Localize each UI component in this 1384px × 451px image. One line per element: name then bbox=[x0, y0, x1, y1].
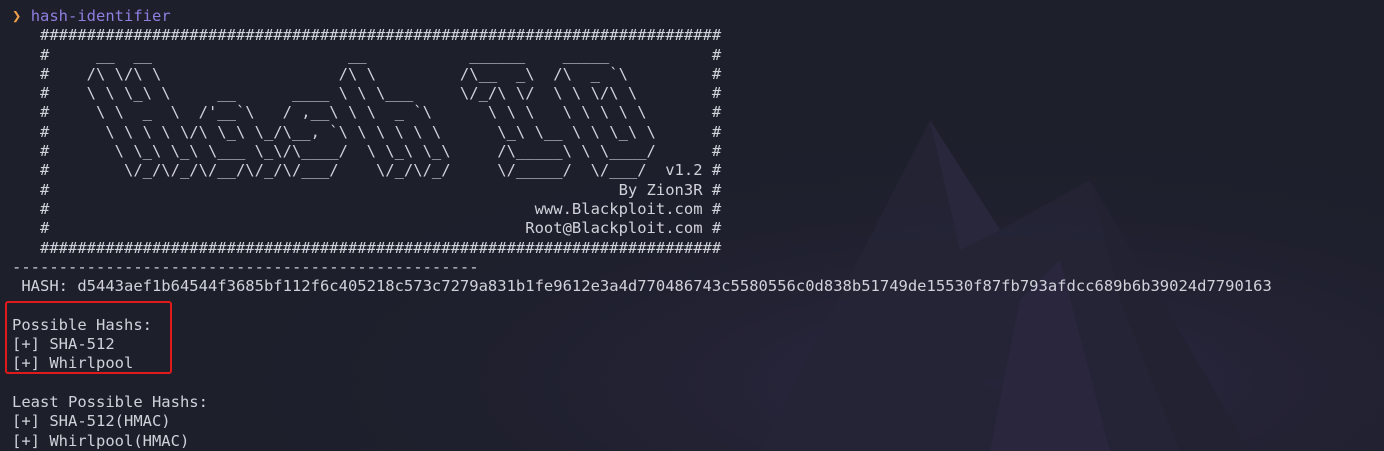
separator-line: ----------------------------------------… bbox=[12, 257, 479, 276]
banner-line: # \ \ \_\ \ __ ____ \ \ \___ \/_/\ \/ \ … bbox=[12, 84, 722, 103]
least-possible-hash-item: [+] Whirlpool(HMAC) bbox=[12, 431, 190, 450]
banner-line: # By Zion3R # bbox=[12, 180, 722, 199]
banner-line: # \ \ \ \ \/\ \_\ \_/\__, `\ \ \ \ \ \ \… bbox=[12, 122, 722, 141]
least-possible-hashes-section: Least Possible Hashs: [+] SHA-512(HMAC) … bbox=[12, 393, 1272, 451]
possible-hash-item: [+] Whirlpool bbox=[12, 354, 134, 373]
banner-line: ########################################… bbox=[12, 26, 722, 45]
prompt-line: ❯ hash-identifier bbox=[12, 7, 1272, 26]
banner-line: # \/_/\/_/\/__/\/_/\/___/ \/_/\/_/ \/___… bbox=[12, 161, 722, 180]
possible-hashes-section: Possible Hashs: [+] SHA-512 [+] Whirlpoo… bbox=[12, 316, 1272, 374]
least-possible-hashes-heading: Least Possible Hashs: bbox=[12, 392, 208, 411]
prompt-arrow-icon: ❯ bbox=[12, 7, 22, 25]
banner-line: # \ \_\ \_\ \___ \_\/\____/ \ \_\ \_\ /\… bbox=[12, 142, 722, 161]
least-possible-hash-item: [+] SHA-512(HMAC) bbox=[12, 412, 171, 431]
banner-line: # www.Blackploit.com # bbox=[12, 199, 722, 218]
terminal-output: ❯ hash-identifier ######################… bbox=[12, 7, 1272, 451]
banner-line: # Root@Blackploit.com # bbox=[12, 219, 722, 238]
banner-line: ########################################… bbox=[12, 238, 722, 257]
possible-hashes-heading: Possible Hashs: bbox=[12, 315, 152, 334]
banner-line: # /\ \/\ \ /\ \ /\__ _\ /\ _ `\ # bbox=[12, 64, 722, 83]
highlight-annotation-box bbox=[5, 301, 172, 374]
banner-line: # \ \ _ \ /'__`\ / ,__\ \ \ _ `\ \ \ \ \… bbox=[12, 103, 722, 122]
ascii-banner: ########################################… bbox=[12, 26, 1272, 258]
banner-line: # __ __ __ ______ _____ # bbox=[12, 45, 722, 64]
prompt-command: hash-identifier bbox=[30, 7, 171, 25]
hash-value-line: HASH: d5443aef1b64544f3685bf112f6c405218… bbox=[12, 277, 1272, 296]
possible-hash-item: [+] SHA-512 bbox=[12, 335, 115, 354]
